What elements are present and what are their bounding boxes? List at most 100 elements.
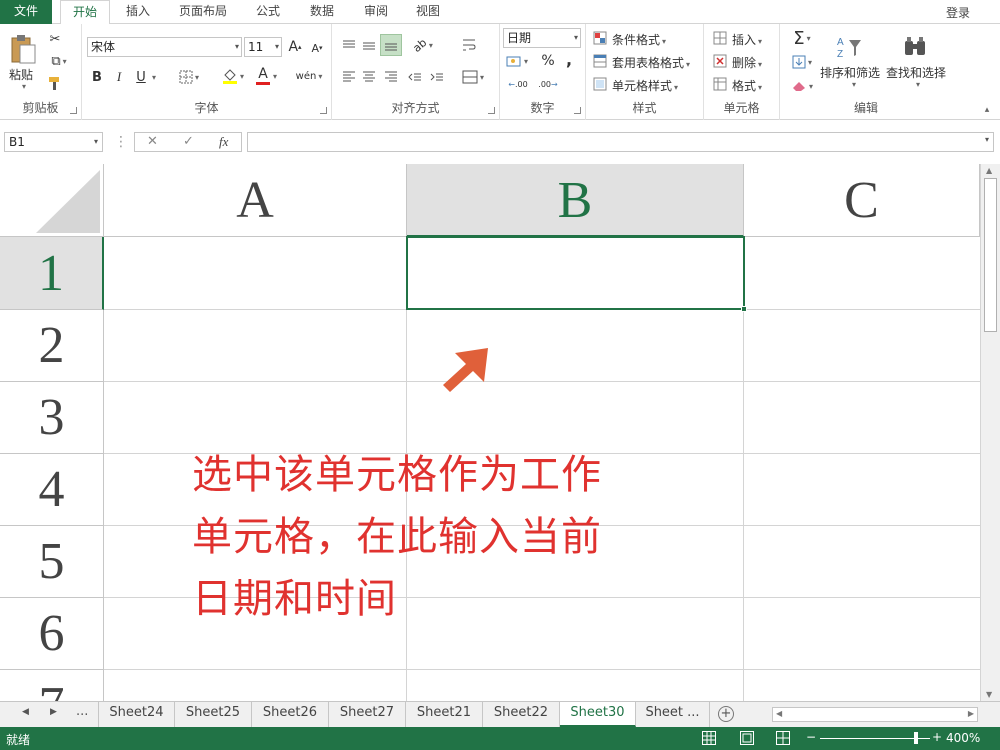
- formula-input[interactable]: ▾: [247, 132, 994, 152]
- align-right-icon[interactable]: [382, 68, 400, 86]
- insert-function-icon[interactable]: fx: [219, 134, 228, 150]
- paste-label[interactable]: 粘贴: [9, 66, 33, 83]
- insert-cells-button[interactable]: 插入 ▾: [732, 31, 762, 48]
- sheet-tab[interactable]: Sheet27: [329, 702, 406, 727]
- italic-button[interactable]: I: [112, 68, 126, 86]
- conditional-formatting-icon[interactable]: [592, 30, 608, 46]
- add-sheet-button[interactable]: +: [718, 706, 734, 722]
- shrink-font-icon[interactable]: A ▾: [309, 40, 325, 56]
- fill-color-icon[interactable]: ▾: [220, 66, 246, 86]
- align-bottom-icon[interactable]: [380, 34, 402, 56]
- border-icon[interactable]: ▾: [176, 68, 202, 86]
- find-select-icon[interactable]: [900, 32, 930, 62]
- sheet-tab[interactable]: Sheet ...: [636, 702, 710, 727]
- enter-entry-icon[interactable]: ✓: [183, 134, 194, 149]
- increase-decimal-icon[interactable]: ← .00: [506, 76, 530, 92]
- vertical-scrollbar[interactable]: ▲ ▼: [980, 164, 1000, 701]
- row-header-1[interactable]: 1: [0, 237, 104, 310]
- prev-sheet-icon[interactable]: ◀: [22, 707, 29, 717]
- fill-handle[interactable]: [741, 306, 747, 312]
- sort-filter-label[interactable]: 排序和筛选: [820, 64, 880, 81]
- underline-dropdown-icon[interactable]: ▾: [148, 68, 158, 86]
- conditional-formatting-button[interactable]: 条件格式 ▾: [612, 31, 666, 48]
- tab-data[interactable]: 数据: [298, 0, 346, 24]
- paste-icon[interactable]: [8, 32, 38, 66]
- zoom-level[interactable]: 400%: [946, 731, 980, 745]
- align-left-icon[interactable]: [340, 68, 358, 86]
- sheet-tab[interactable]: Sheet22: [483, 702, 560, 727]
- increase-indent-icon[interactable]: [428, 68, 446, 86]
- sheet-tab[interactable]: Sheet24: [98, 702, 175, 727]
- column-header-a[interactable]: A: [104, 164, 407, 237]
- page-break-view-icon[interactable]: [776, 731, 790, 745]
- row-header-5[interactable]: 5: [0, 526, 104, 598]
- sheet-tab-active[interactable]: Sheet30: [560, 702, 636, 727]
- scroll-thumb[interactable]: [984, 178, 997, 332]
- tab-view[interactable]: 视图: [404, 0, 452, 24]
- scroll-right-icon[interactable]: ▶: [968, 709, 974, 718]
- orientation-icon[interactable]: ab ▾: [408, 36, 438, 55]
- scroll-up-icon[interactable]: ▲: [986, 166, 992, 175]
- alignment-launcher-icon[interactable]: [488, 107, 495, 114]
- tab-review[interactable]: 审阅: [352, 0, 400, 24]
- cut-icon[interactable]: ✂: [46, 30, 64, 48]
- sort-filter-icon[interactable]: AZ: [834, 32, 864, 62]
- font-name-combo[interactable]: 宋体 ▾: [87, 37, 242, 57]
- login-link[interactable]: 登录: [946, 4, 970, 21]
- align-top-icon[interactable]: [340, 36, 358, 54]
- page-layout-view-icon[interactable]: [740, 731, 754, 745]
- decrease-indent-icon[interactable]: [406, 68, 424, 86]
- normal-view-icon[interactable]: [702, 731, 716, 745]
- column-header-b[interactable]: B: [407, 164, 744, 237]
- font-size-combo[interactable]: 11 ▾: [244, 37, 282, 57]
- zoom-in-button[interactable]: +: [932, 730, 942, 744]
- align-center-icon[interactable]: [360, 68, 378, 86]
- tab-insert[interactable]: 插入: [114, 0, 162, 24]
- more-sheets-button[interactable]: ...: [76, 704, 88, 719]
- number-format-combo[interactable]: 日期 ▾: [503, 28, 581, 48]
- scroll-left-icon[interactable]: ◀: [776, 709, 782, 718]
- find-select-label[interactable]: 查找和选择: [886, 64, 946, 81]
- align-middle-icon[interactable]: [360, 36, 378, 54]
- tab-formulas[interactable]: 公式: [244, 0, 292, 24]
- bold-button[interactable]: B: [90, 68, 104, 86]
- autosum-icon[interactable]: Σ ▾: [786, 28, 818, 49]
- tab-page-layout[interactable]: 页面布局: [168, 0, 238, 24]
- zoom-slider-thumb[interactable]: [914, 732, 918, 744]
- row-header-3[interactable]: 3: [0, 382, 104, 454]
- clipboard-launcher-icon[interactable]: [70, 107, 77, 114]
- horizontal-scrollbar[interactable]: ◀ ▶: [772, 707, 978, 722]
- scroll-down-icon[interactable]: ▼: [986, 690, 992, 699]
- selected-cell-b1[interactable]: [406, 236, 745, 310]
- find-select-dropdown-icon[interactable]: ▾: [916, 80, 920, 89]
- format-as-table-button[interactable]: 套用表格格式 ▾: [612, 54, 690, 71]
- next-sheet-icon[interactable]: ▶: [50, 707, 57, 717]
- percent-style-button[interactable]: %: [540, 52, 556, 70]
- cell-styles-button[interactable]: 单元格样式 ▾: [612, 77, 678, 94]
- number-launcher-icon[interactable]: [574, 107, 581, 114]
- tab-file[interactable]: 文件: [0, 0, 52, 24]
- accounting-format-icon[interactable]: ▾: [504, 52, 530, 70]
- comma-style-button[interactable]: ,: [562, 50, 576, 69]
- row-header-4[interactable]: 4: [0, 454, 104, 526]
- format-cells-button[interactable]: 格式 ▾: [732, 77, 762, 94]
- select-all-corner[interactable]: [0, 164, 104, 237]
- cell-styles-icon[interactable]: [592, 76, 608, 92]
- cancel-entry-icon[interactable]: ✕: [147, 134, 158, 149]
- paste-dropdown-icon[interactable]: ▾: [22, 82, 26, 91]
- row-header-6[interactable]: 6: [0, 598, 104, 670]
- merge-center-icon[interactable]: ▾: [458, 68, 488, 86]
- delete-cells-button[interactable]: 删除 ▾: [732, 54, 762, 71]
- sheet-tab[interactable]: Sheet21: [406, 702, 483, 727]
- format-painter-icon[interactable]: [46, 74, 64, 92]
- collapse-ribbon-icon[interactable]: ▴: [980, 104, 994, 116]
- insert-cells-icon[interactable]: [712, 30, 728, 46]
- wrap-text-icon[interactable]: [460, 36, 478, 54]
- column-header-c[interactable]: C: [744, 164, 980, 237]
- name-box[interactable]: B1 ▾: [4, 132, 103, 152]
- phonetic-guide-icon[interactable]: wén ▾: [294, 66, 324, 86]
- grow-font-icon[interactable]: A ▴: [287, 38, 303, 56]
- format-cells-icon[interactable]: [712, 76, 728, 92]
- zoom-out-button[interactable]: −: [806, 730, 816, 744]
- underline-button[interactable]: U: [134, 68, 148, 86]
